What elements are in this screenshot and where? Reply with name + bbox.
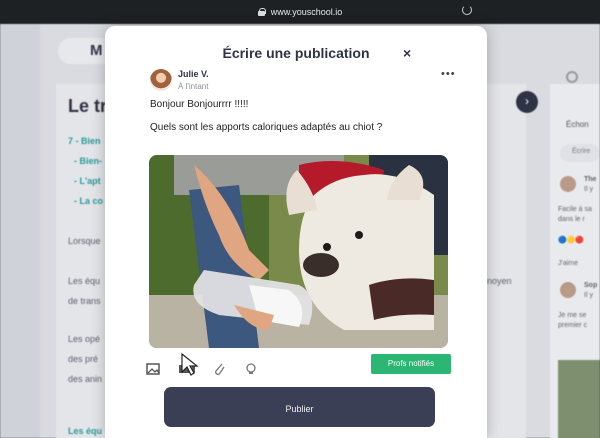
post-timestamp: À l'intant	[178, 82, 209, 91]
toc-link[interactable]: - L'apt	[74, 176, 101, 186]
notify-teachers-button[interactable]: Profs notifiés	[371, 354, 451, 374]
author-name: Julie V.	[178, 69, 209, 79]
toc-link[interactable]: - Bien-	[74, 156, 102, 166]
post-text-line[interactable]: Bonjour Bonjourrrr !!!!!	[150, 99, 248, 110]
post-author: Sop	[584, 282, 598, 289]
lesson-title: Le tr	[68, 96, 108, 116]
post-text-line[interactable]: Quels sont les apports caloriques adapté…	[150, 122, 382, 133]
close-icon[interactable]: ×	[403, 45, 415, 61]
paragraph-text: Les opé	[68, 334, 101, 344]
avatar	[560, 282, 576, 298]
avatar	[560, 176, 576, 192]
post-text: premier c	[558, 322, 588, 329]
post-text: Je me se	[558, 312, 587, 319]
next-arrow-button[interactable]: ›	[516, 91, 538, 113]
lightbulb-icon[interactable]	[243, 361, 259, 377]
avatar	[150, 69, 172, 91]
url-text: www.youschool.io	[270, 7, 343, 17]
write-post-modal: Écrire une publication × Julie V. À l'in…	[105, 26, 487, 438]
paragraph-text: des anin	[68, 374, 103, 384]
paragraph-text: Les équ	[68, 276, 101, 286]
image-icon[interactable]	[145, 361, 161, 377]
toc-link[interactable]: - La co	[74, 196, 103, 206]
reaction-icons: 🔵🟡🔴	[558, 237, 585, 244]
attachment-icon[interactable]	[211, 361, 227, 377]
tab-echanges[interactable]: Échon	[566, 120, 589, 129]
reload-icon[interactable]	[462, 5, 472, 15]
modal-title: Écrire une publication	[222, 45, 370, 61]
section-link[interactable]: Les équ	[68, 426, 102, 436]
mouse-cursor-icon	[181, 352, 199, 376]
post-text: Facile à sa	[558, 206, 592, 213]
lock-icon	[257, 8, 266, 16]
paragraph-text: noyen	[487, 276, 512, 286]
write-post-input[interactable]: Écrire	[560, 144, 600, 162]
paragraph-text: Lorsque	[68, 236, 101, 246]
toc-link[interactable]: 7 - Bien	[68, 136, 101, 146]
post-text: dans le r	[558, 216, 585, 223]
post-time: Il y	[584, 186, 593, 193]
like-button[interactable]: J'aime	[558, 260, 578, 267]
post-time: Il y	[584, 292, 593, 299]
settings-icon[interactable]	[566, 71, 578, 83]
paragraph-text: de trans	[68, 296, 101, 306]
paragraph-text: des pré	[68, 354, 99, 364]
post-photo	[149, 155, 448, 348]
post-author: The	[584, 176, 597, 183]
post-image	[558, 360, 600, 438]
address-bar[interactable]: www.youschool.io	[0, 2, 600, 22]
browser-chrome: www.youschool.io	[0, 0, 600, 24]
more-options-icon[interactable]: •••	[441, 68, 456, 80]
publish-button[interactable]: Publier	[164, 387, 435, 427]
left-sidebar	[0, 24, 40, 438]
